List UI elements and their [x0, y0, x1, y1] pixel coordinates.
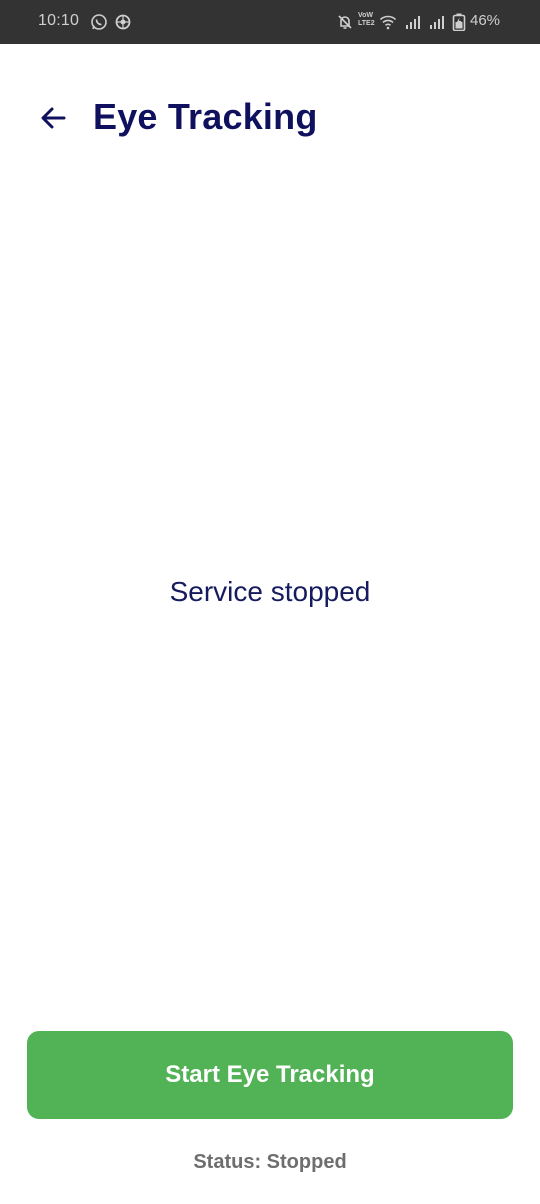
start-eye-tracking-button[interactable]: Start Eye Tracking — [27, 1031, 513, 1119]
settings-notification-icon — [114, 13, 132, 31]
vowifi-icon: VoW LTE2 — [358, 12, 375, 28]
status-label: Status: Stopped — [193, 1151, 347, 1173]
signal-icon — [404, 13, 422, 31]
network-label-top: VoW — [358, 12, 374, 19]
battery-icon — [452, 13, 466, 32]
app-bar: Eye Tracking — [0, 44, 540, 194]
network-label-bottom: LTE2 — [358, 20, 375, 27]
mute-icon — [336, 13, 354, 31]
whatsapp-icon — [90, 13, 108, 31]
back-button[interactable] — [30, 100, 76, 140]
status-time: 10:10 — [38, 12, 80, 29]
signal-icon — [428, 13, 446, 31]
battery-percent: 46% — [470, 12, 501, 29]
arrow-back-icon — [39, 104, 67, 137]
page-title: Eye Tracking — [93, 96, 318, 137]
screen: 10:10 VoW LTE2 46% Eye Tracking Service … — [0, 0, 540, 1204]
wifi-icon — [379, 13, 397, 31]
start-button-label: Start Eye Tracking — [165, 1061, 375, 1088]
status-bar: 10:10 VoW LTE2 46% — [0, 0, 540, 44]
service-status-message: Service stopped — [169, 576, 371, 607]
